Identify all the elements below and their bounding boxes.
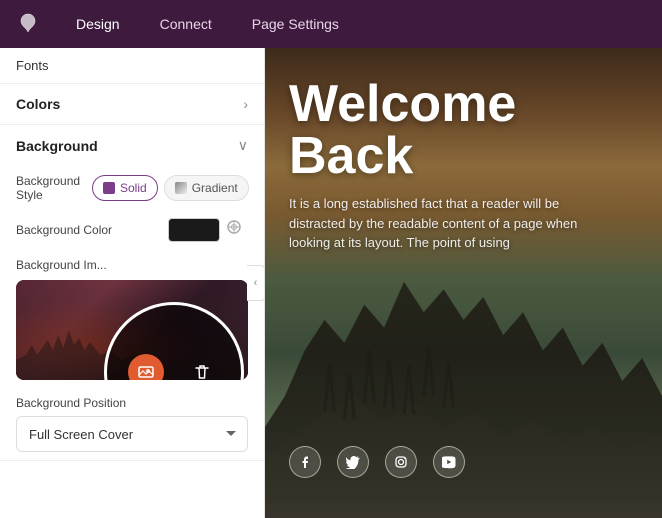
- collapse-chevron-icon: ‹: [254, 277, 258, 289]
- welcome-line1: Welcome: [289, 75, 516, 133]
- instagram-icon[interactable]: [385, 446, 417, 478]
- gradient-label: Gradient: [192, 181, 238, 195]
- right-canvas: Welcome Back It is a long established fa…: [265, 48, 662, 518]
- background-position-row: Background Position Full Screen Cover Ce…: [0, 388, 264, 460]
- solid-button[interactable]: Solid: [92, 175, 158, 201]
- color-swatch-container: [168, 218, 248, 242]
- nav-connect[interactable]: Connect: [152, 12, 220, 36]
- facebook-icon[interactable]: [289, 446, 321, 478]
- colors-chevron-right-icon: ›: [243, 96, 248, 112]
- left-panel: Fonts Colors › Background ∨ Background S…: [0, 48, 265, 518]
- gradient-button[interactable]: Gradient: [164, 175, 249, 201]
- solid-label: Solid: [120, 181, 147, 195]
- replace-image-button[interactable]: [128, 354, 164, 380]
- background-color-label: Background Color: [16, 223, 160, 237]
- background-color-row: Background Color: [0, 210, 264, 250]
- background-chevron-down-icon: ∨: [238, 137, 248, 154]
- solid-icon: [103, 182, 115, 194]
- welcome-title: Welcome Back: [289, 78, 638, 182]
- main-layout: Fonts Colors › Background ∨ Background S…: [0, 48, 662, 518]
- background-position-select[interactable]: Full Screen Cover Centered Tiled: [16, 416, 248, 452]
- welcome-line2: Back: [289, 127, 413, 185]
- nav-design[interactable]: Design: [68, 12, 128, 36]
- color-swatch[interactable]: [168, 218, 220, 242]
- background-position-label: Background Position: [16, 396, 248, 410]
- canvas-content: Welcome Back It is a long established fa…: [265, 48, 662, 518]
- logo: [12, 8, 44, 40]
- fonts-row: Fonts: [0, 48, 264, 84]
- colors-section-row[interactable]: Colors ›: [0, 84, 264, 125]
- delete-image-button[interactable]: [184, 354, 220, 380]
- nav-page-settings[interactable]: Page Settings: [244, 12, 347, 36]
- social-icons-row: [289, 446, 638, 498]
- background-style-label: Background Style: [16, 174, 84, 202]
- background-image-label: Background Im...: [16, 258, 107, 272]
- welcome-body-text: It is a long established fact that a rea…: [289, 194, 589, 253]
- background-header[interactable]: Background ∨: [0, 125, 264, 166]
- welcome-section: Welcome Back It is a long established fa…: [289, 78, 638, 253]
- background-image-label-row: Background Im...: [0, 250, 264, 276]
- top-nav: Design Connect Page Settings: [0, 0, 662, 48]
- style-buttons: Solid Gradient: [92, 175, 249, 201]
- panel-collapse-handle[interactable]: ‹: [247, 265, 265, 301]
- eyedropper-button[interactable]: [226, 219, 248, 241]
- fonts-label: Fonts: [16, 58, 49, 73]
- youtube-icon[interactable]: [433, 446, 465, 478]
- colors-title: Colors: [16, 96, 60, 112]
- background-section: Background ∨ Background Style Solid Grad…: [0, 125, 264, 461]
- twitter-icon[interactable]: [337, 446, 369, 478]
- gradient-icon: [175, 182, 187, 194]
- background-title: Background: [16, 138, 98, 154]
- background-style-row: Background Style Solid Gradient: [0, 166, 264, 210]
- background-image-preview[interactable]: [16, 280, 248, 380]
